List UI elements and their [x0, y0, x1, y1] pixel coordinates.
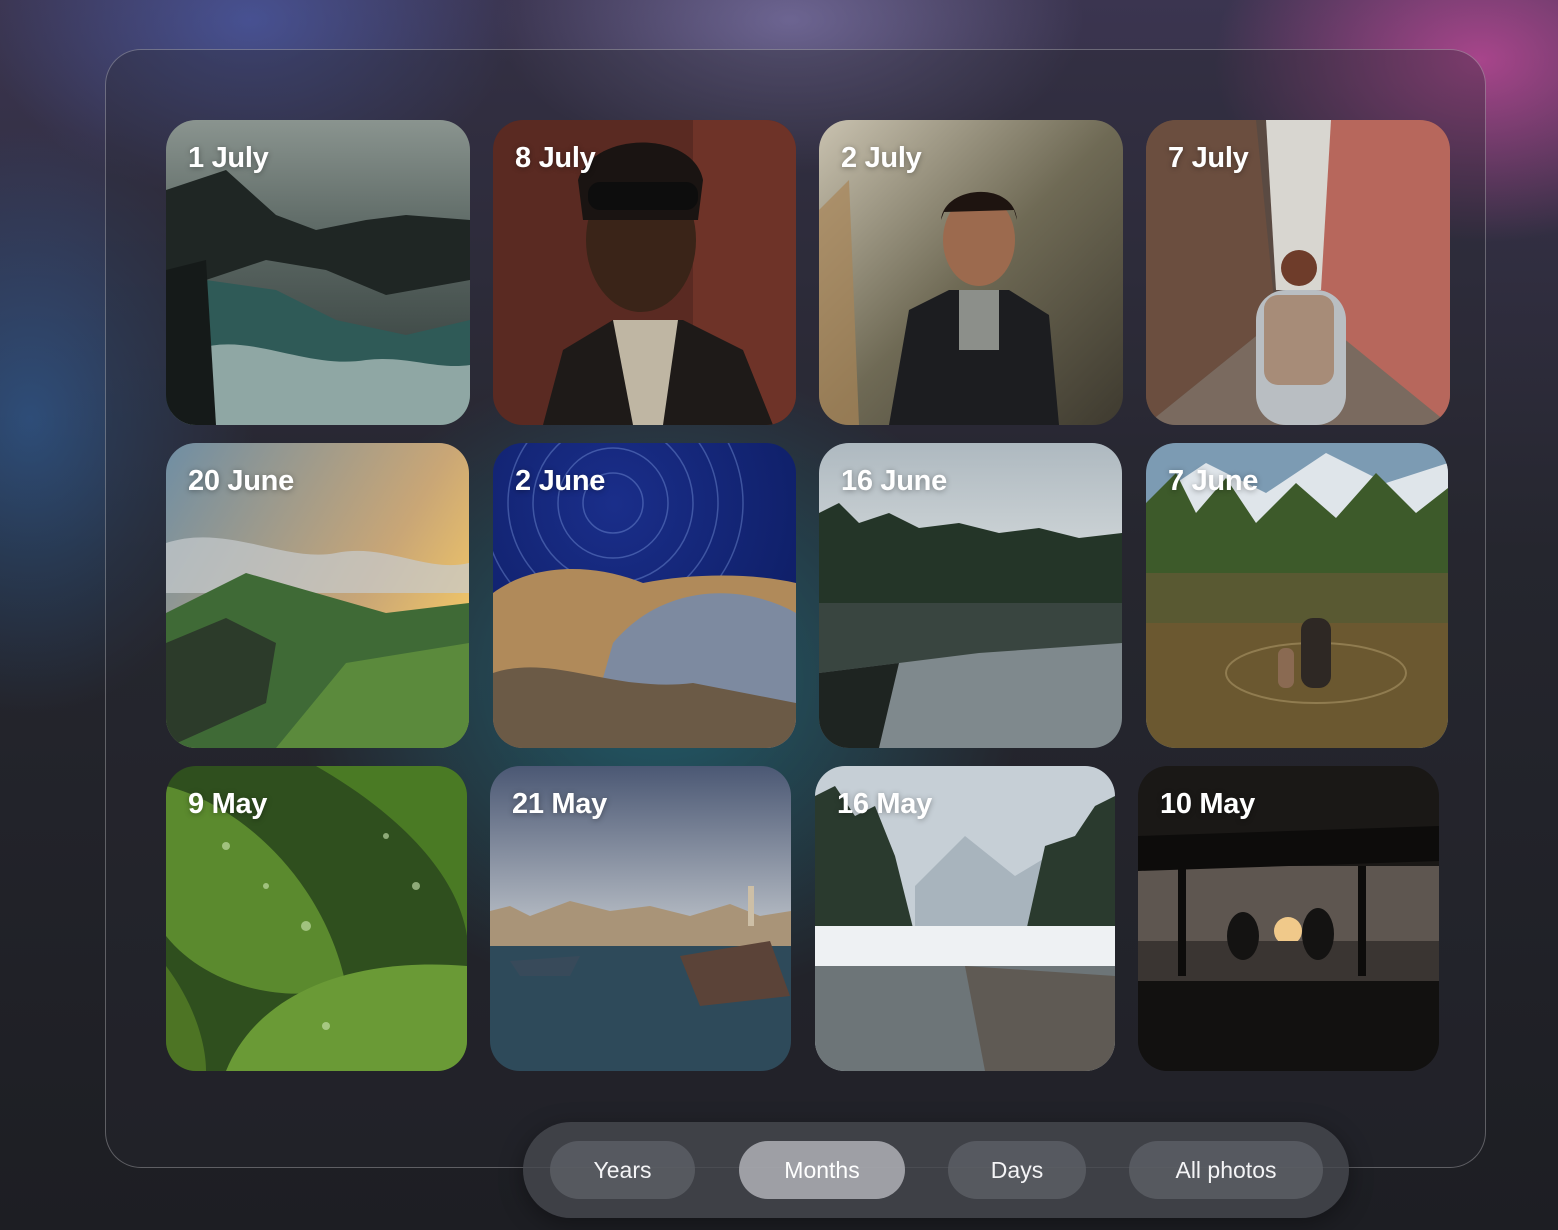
tile-date-label: 2 July: [841, 142, 922, 174]
years-button[interactable]: Years: [550, 1141, 695, 1199]
photo-tile-7-june[interactable]: 7 June: [1146, 443, 1448, 748]
tile-date-label: 10 May: [1160, 788, 1255, 820]
photo-tile-10-may[interactable]: 10 May: [1138, 766, 1439, 1071]
tile-date-label: 8 July: [515, 142, 596, 174]
tile-date-label: 7 July: [1168, 142, 1249, 174]
view-switcher: Years Months Days All photos: [523, 1122, 1349, 1218]
photo-tile-2-june[interactable]: 2 June: [493, 443, 796, 748]
months-button[interactable]: Months: [739, 1141, 905, 1199]
days-button[interactable]: Days: [948, 1141, 1086, 1199]
photo-tile-21-may[interactable]: 21 May: [490, 766, 791, 1071]
photo-tile-9-may[interactable]: 9 May: [166, 766, 467, 1071]
all-photos-button[interactable]: All photos: [1129, 1141, 1323, 1199]
tile-date-label: 16 June: [841, 465, 947, 497]
photo-tile-2-july[interactable]: 2 July: [819, 120, 1123, 425]
tile-date-label: 2 June: [515, 465, 606, 497]
photo-tile-8-july[interactable]: 8 July: [493, 120, 796, 425]
tile-date-label: 7 June: [1168, 465, 1259, 497]
tile-date-label: 20 June: [188, 465, 294, 497]
tile-date-label: 9 May: [188, 788, 268, 820]
tile-date-label: 21 May: [512, 788, 607, 820]
photo-tile-16-june[interactable]: 16 June: [819, 443, 1122, 748]
photo-tile-20-june[interactable]: 20 June: [166, 443, 469, 748]
tile-date-label: 1 July: [188, 142, 269, 174]
photo-tile-7-july[interactable]: 7 July: [1146, 120, 1450, 425]
photo-tile-16-may[interactable]: 16 May: [815, 766, 1115, 1071]
photo-tile-1-july[interactable]: 1 July: [166, 120, 470, 425]
tile-date-label: 16 May: [837, 788, 932, 820]
